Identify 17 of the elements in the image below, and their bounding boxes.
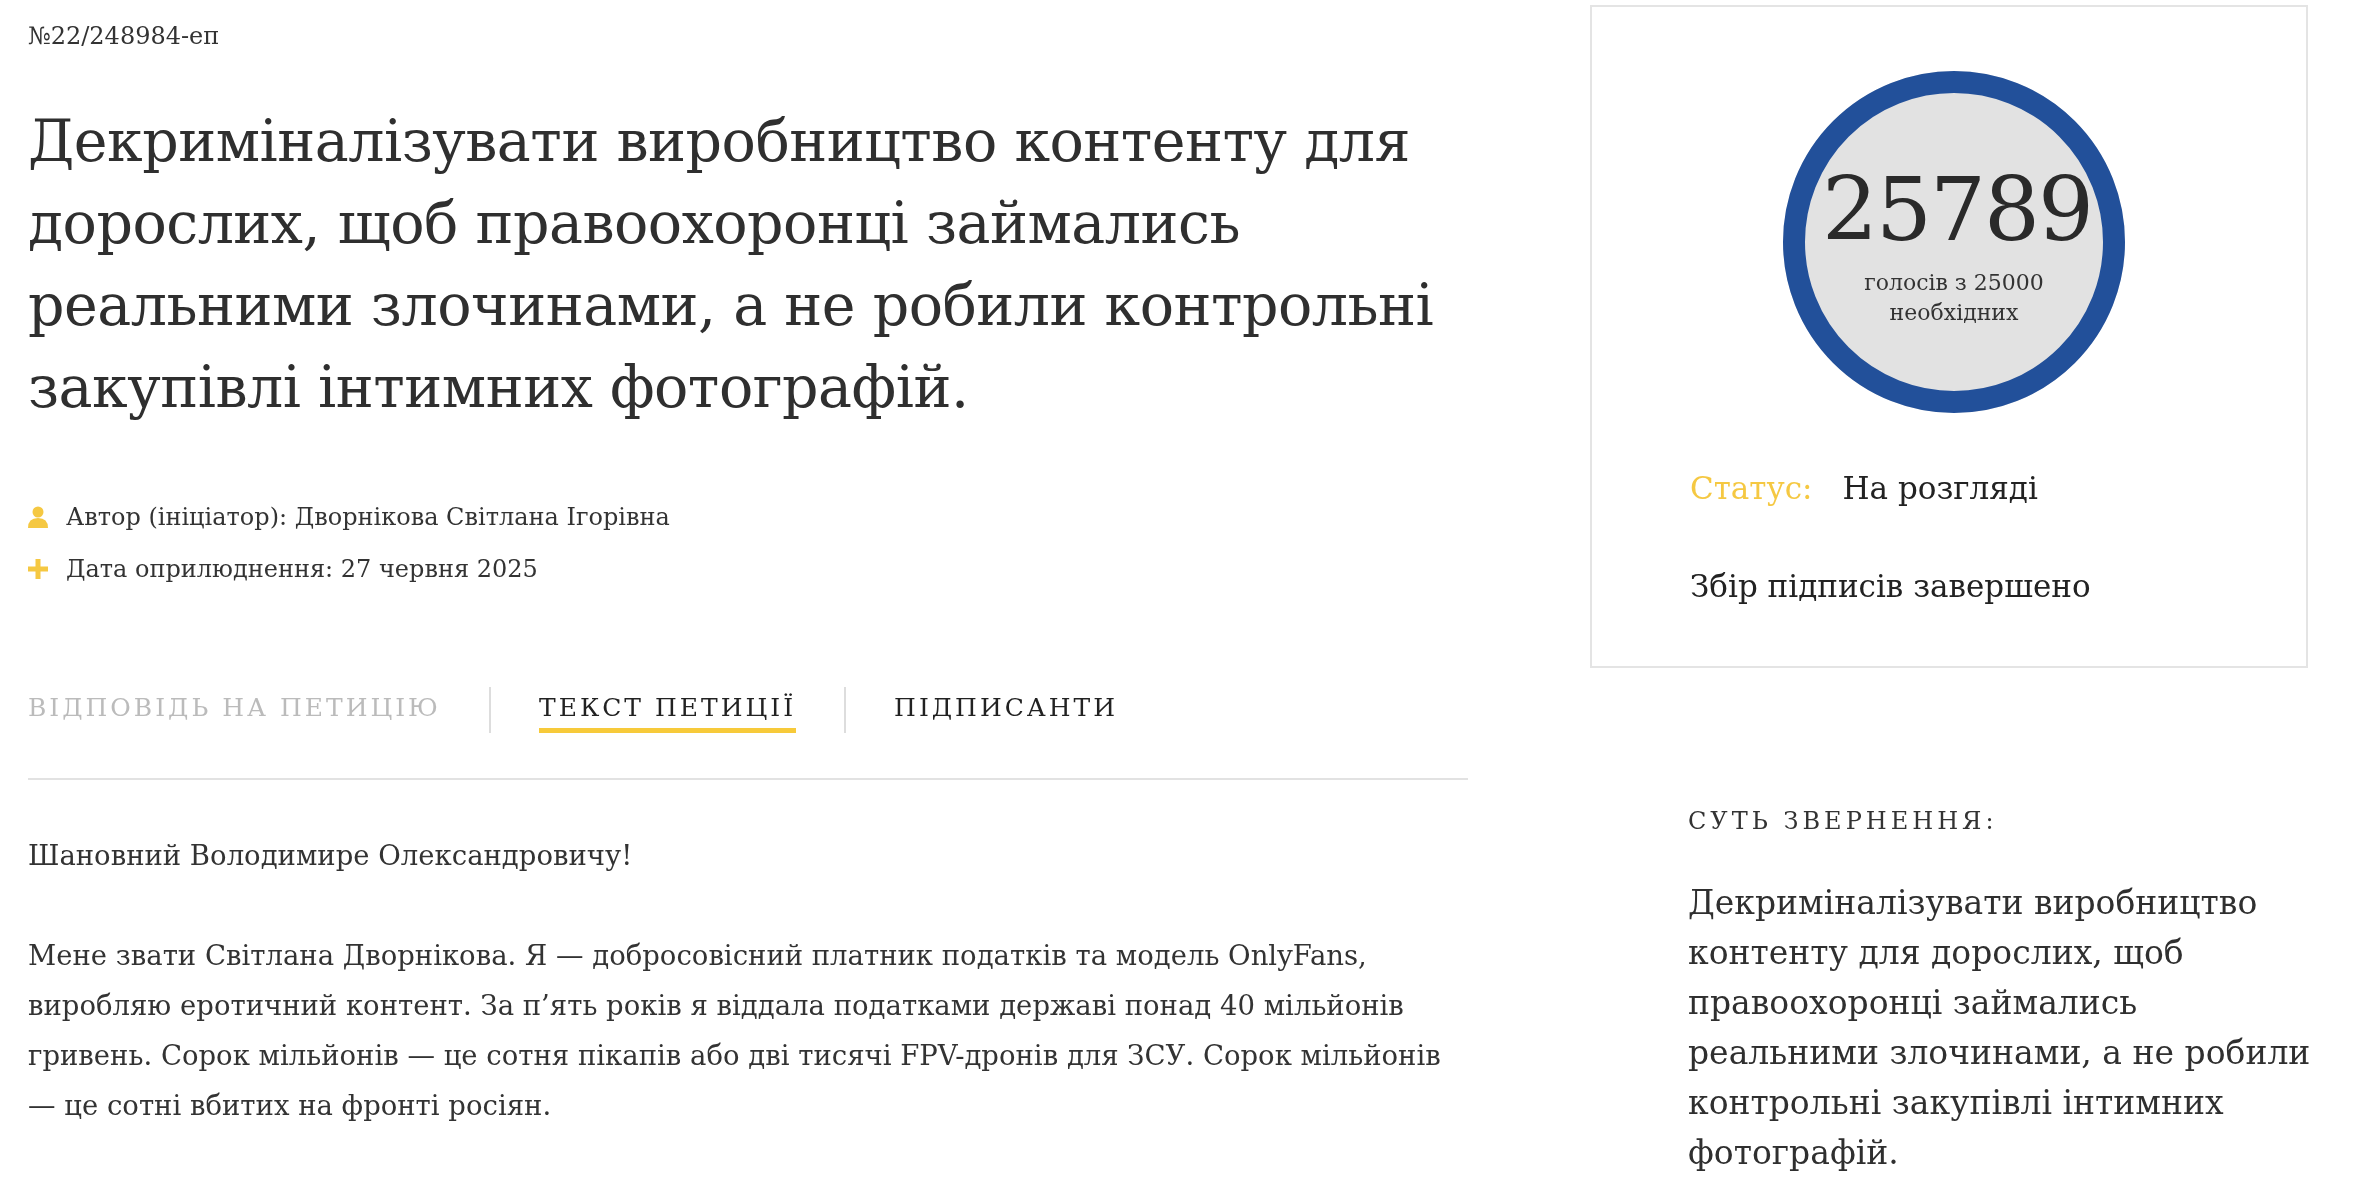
plus-icon xyxy=(28,559,48,579)
status-note: Збір підписів завершено xyxy=(1690,567,2091,606)
status-value: На розгляді xyxy=(1842,469,2038,508)
paragraph: Мене звати Світлана Дворнікова. Я — добросовісний платник податків та модель OnlyFans, виробляю еротичний контент. За п’ять років я віддала податками державі понад 40 мільйонів гривень. Сорок мільйонів — це сотня пікапів або дві тисячі FPV-дронів для ЗСУ. Сорок мільйонів — це сотні вбитих на фронті росіян. xyxy=(28,938,1442,1123)
status-label: Статус: xyxy=(1690,469,1813,508)
summary-text: Декриміналізувати виробництво контенту для дорослих, щоб правоохоронці займались реальними злочинами, а не робили контрольні закупівлі інтимних фотографій. xyxy=(1688,882,2312,1174)
paragraph: Шановний Володимире Олександровичу! xyxy=(28,838,634,873)
summary-heading: СУТЬ ЗВЕРНЕННЯ: xyxy=(1688,806,1999,837)
vote-caption: голосів з 25000 необхідних xyxy=(1863,269,2045,327)
meta-text: Автор (ініціатор): Дворнікова Світлана Ігорівна xyxy=(66,502,670,533)
vote-count: 25789 xyxy=(1822,160,2086,260)
petition-number: №22/248984-еп xyxy=(28,21,221,52)
person-icon xyxy=(28,506,48,528)
meta-text: Дата оприлюднення: 27 червня 2025 xyxy=(66,554,538,585)
tab[interactable]: ТЕКСТ ПЕТИЦІЇ xyxy=(538,687,797,733)
tab[interactable]: ПІДПИСАНТИ xyxy=(894,687,1119,733)
petition-title: Декриміналізувати виробництво контенту для дорослих, щоб правоохоронці займались реальними злочинами, а не робили контрольні закупівлі інтимних фотографій. xyxy=(28,107,1435,422)
